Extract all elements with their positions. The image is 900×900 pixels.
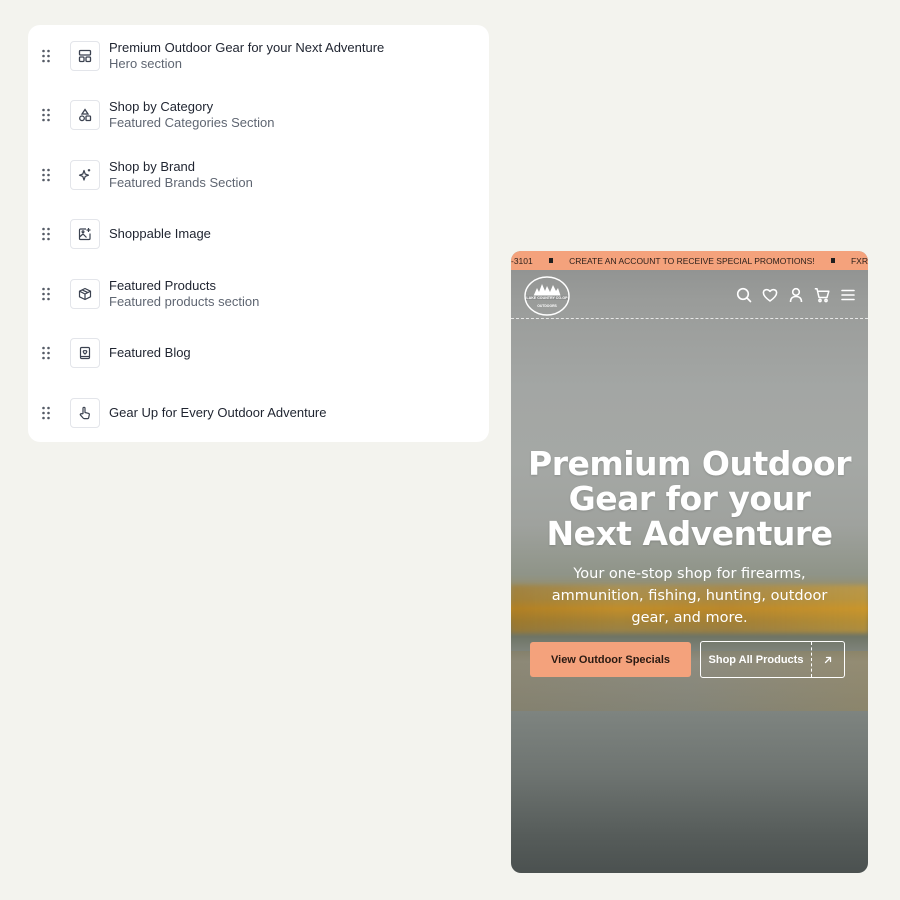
section-title: Premium Outdoor Gear for your Next Adven… xyxy=(109,40,385,55)
announcement-text: CREATE AN ACCOUNT TO RECEIVE SPECIAL PRO… xyxy=(569,255,815,266)
announcement-bar[interactable]: -3101 CREATE AN ACCOUNT TO RECEIVE SPECI… xyxy=(511,251,868,270)
shapes-icon xyxy=(70,100,100,130)
pointer-hand-icon xyxy=(70,398,100,428)
announcement-text-right: FXR xyxy=(850,255,868,266)
sparkles-icon xyxy=(70,160,100,190)
drag-handle-icon[interactable] xyxy=(41,346,51,360)
search-icon[interactable] xyxy=(736,287,752,303)
section-row-gear-up[interactable]: Gear Up for Every Outdoor Adventure xyxy=(28,385,489,441)
book-icon xyxy=(70,338,100,368)
hero-subtitle: Your one-stop shop for firearms, ammunit… xyxy=(551,566,828,626)
section-subtitle: Featured Categories Section xyxy=(109,115,275,130)
announcement-text-left: -3101 xyxy=(511,255,533,266)
layout-icon xyxy=(70,41,100,71)
logo-top-text: LAKE COUNTRY CO-OP xyxy=(526,296,568,300)
section-title: Featured Blog xyxy=(109,345,191,360)
section-title: Featured Products xyxy=(109,278,216,293)
drag-handle-icon[interactable] xyxy=(41,49,51,63)
section-row-shoppable-image[interactable]: Shoppable Image xyxy=(28,206,489,262)
cart-icon[interactable] xyxy=(814,287,830,303)
section-subtitle: Featured Brands Section xyxy=(109,175,253,190)
logo-bottom-text: OUTDOORS xyxy=(537,304,557,308)
section-title: Gear Up for Every Outdoor Adventure xyxy=(109,405,327,420)
drag-handle-icon[interactable] xyxy=(41,227,51,241)
section-row-featured-blog[interactable]: Featured Blog xyxy=(28,325,489,381)
section-title: Shop by Brand xyxy=(109,159,196,174)
shop-all-products-button[interactable]: Shop All Products xyxy=(700,641,845,678)
hero-section: Premium Outdoor Gear for your Next Adven… xyxy=(511,446,868,629)
section-subtitle: Featured products section xyxy=(109,294,260,309)
arrow-up-right-icon xyxy=(812,655,844,665)
view-outdoor-specials-button[interactable]: View Outdoor Specials xyxy=(530,642,691,677)
section-row-featured-products[interactable]: Featured Products Featured products sect… xyxy=(28,266,489,322)
site-header: LAKE COUNTRY CO-OP OUTDOORS xyxy=(511,270,868,319)
store-logo[interactable]: LAKE COUNTRY CO-OP OUTDOORS xyxy=(523,276,571,316)
section-title: Shoppable Image xyxy=(109,226,211,241)
mobile-preview: -3101 CREATE AN ACCOUNT TO RECEIVE SPECI… xyxy=(511,251,868,873)
section-row-category[interactable]: Shop by Category Featured Categories Sec… xyxy=(28,87,489,143)
heart-icon[interactable] xyxy=(762,287,778,303)
user-icon[interactable] xyxy=(788,287,804,303)
drag-handle-icon[interactable] xyxy=(41,108,51,122)
section-row-brand[interactable]: Shop by Brand Featured Brands Section xyxy=(28,147,489,203)
square-bullet-icon xyxy=(548,258,554,263)
section-subtitle: Hero section xyxy=(109,56,182,71)
drag-handle-icon[interactable] xyxy=(41,168,51,182)
section-title: Shop by Category xyxy=(109,99,214,114)
hero-title: Premium Outdoor Gear for your Next Adven… xyxy=(528,444,851,553)
drag-handle-icon[interactable] xyxy=(41,406,51,420)
package-icon xyxy=(70,279,100,309)
sections-panel: Premium Outdoor Gear for your Next Adven… xyxy=(28,25,489,442)
square-bullet-icon xyxy=(830,258,835,263)
section-row-hero[interactable]: Premium Outdoor Gear for your Next Adven… xyxy=(28,28,489,84)
menu-icon[interactable] xyxy=(840,287,856,303)
shop-all-products-label: Shop All Products xyxy=(708,653,804,666)
drag-handle-icon[interactable] xyxy=(41,287,51,301)
image-plus-icon xyxy=(70,219,100,249)
